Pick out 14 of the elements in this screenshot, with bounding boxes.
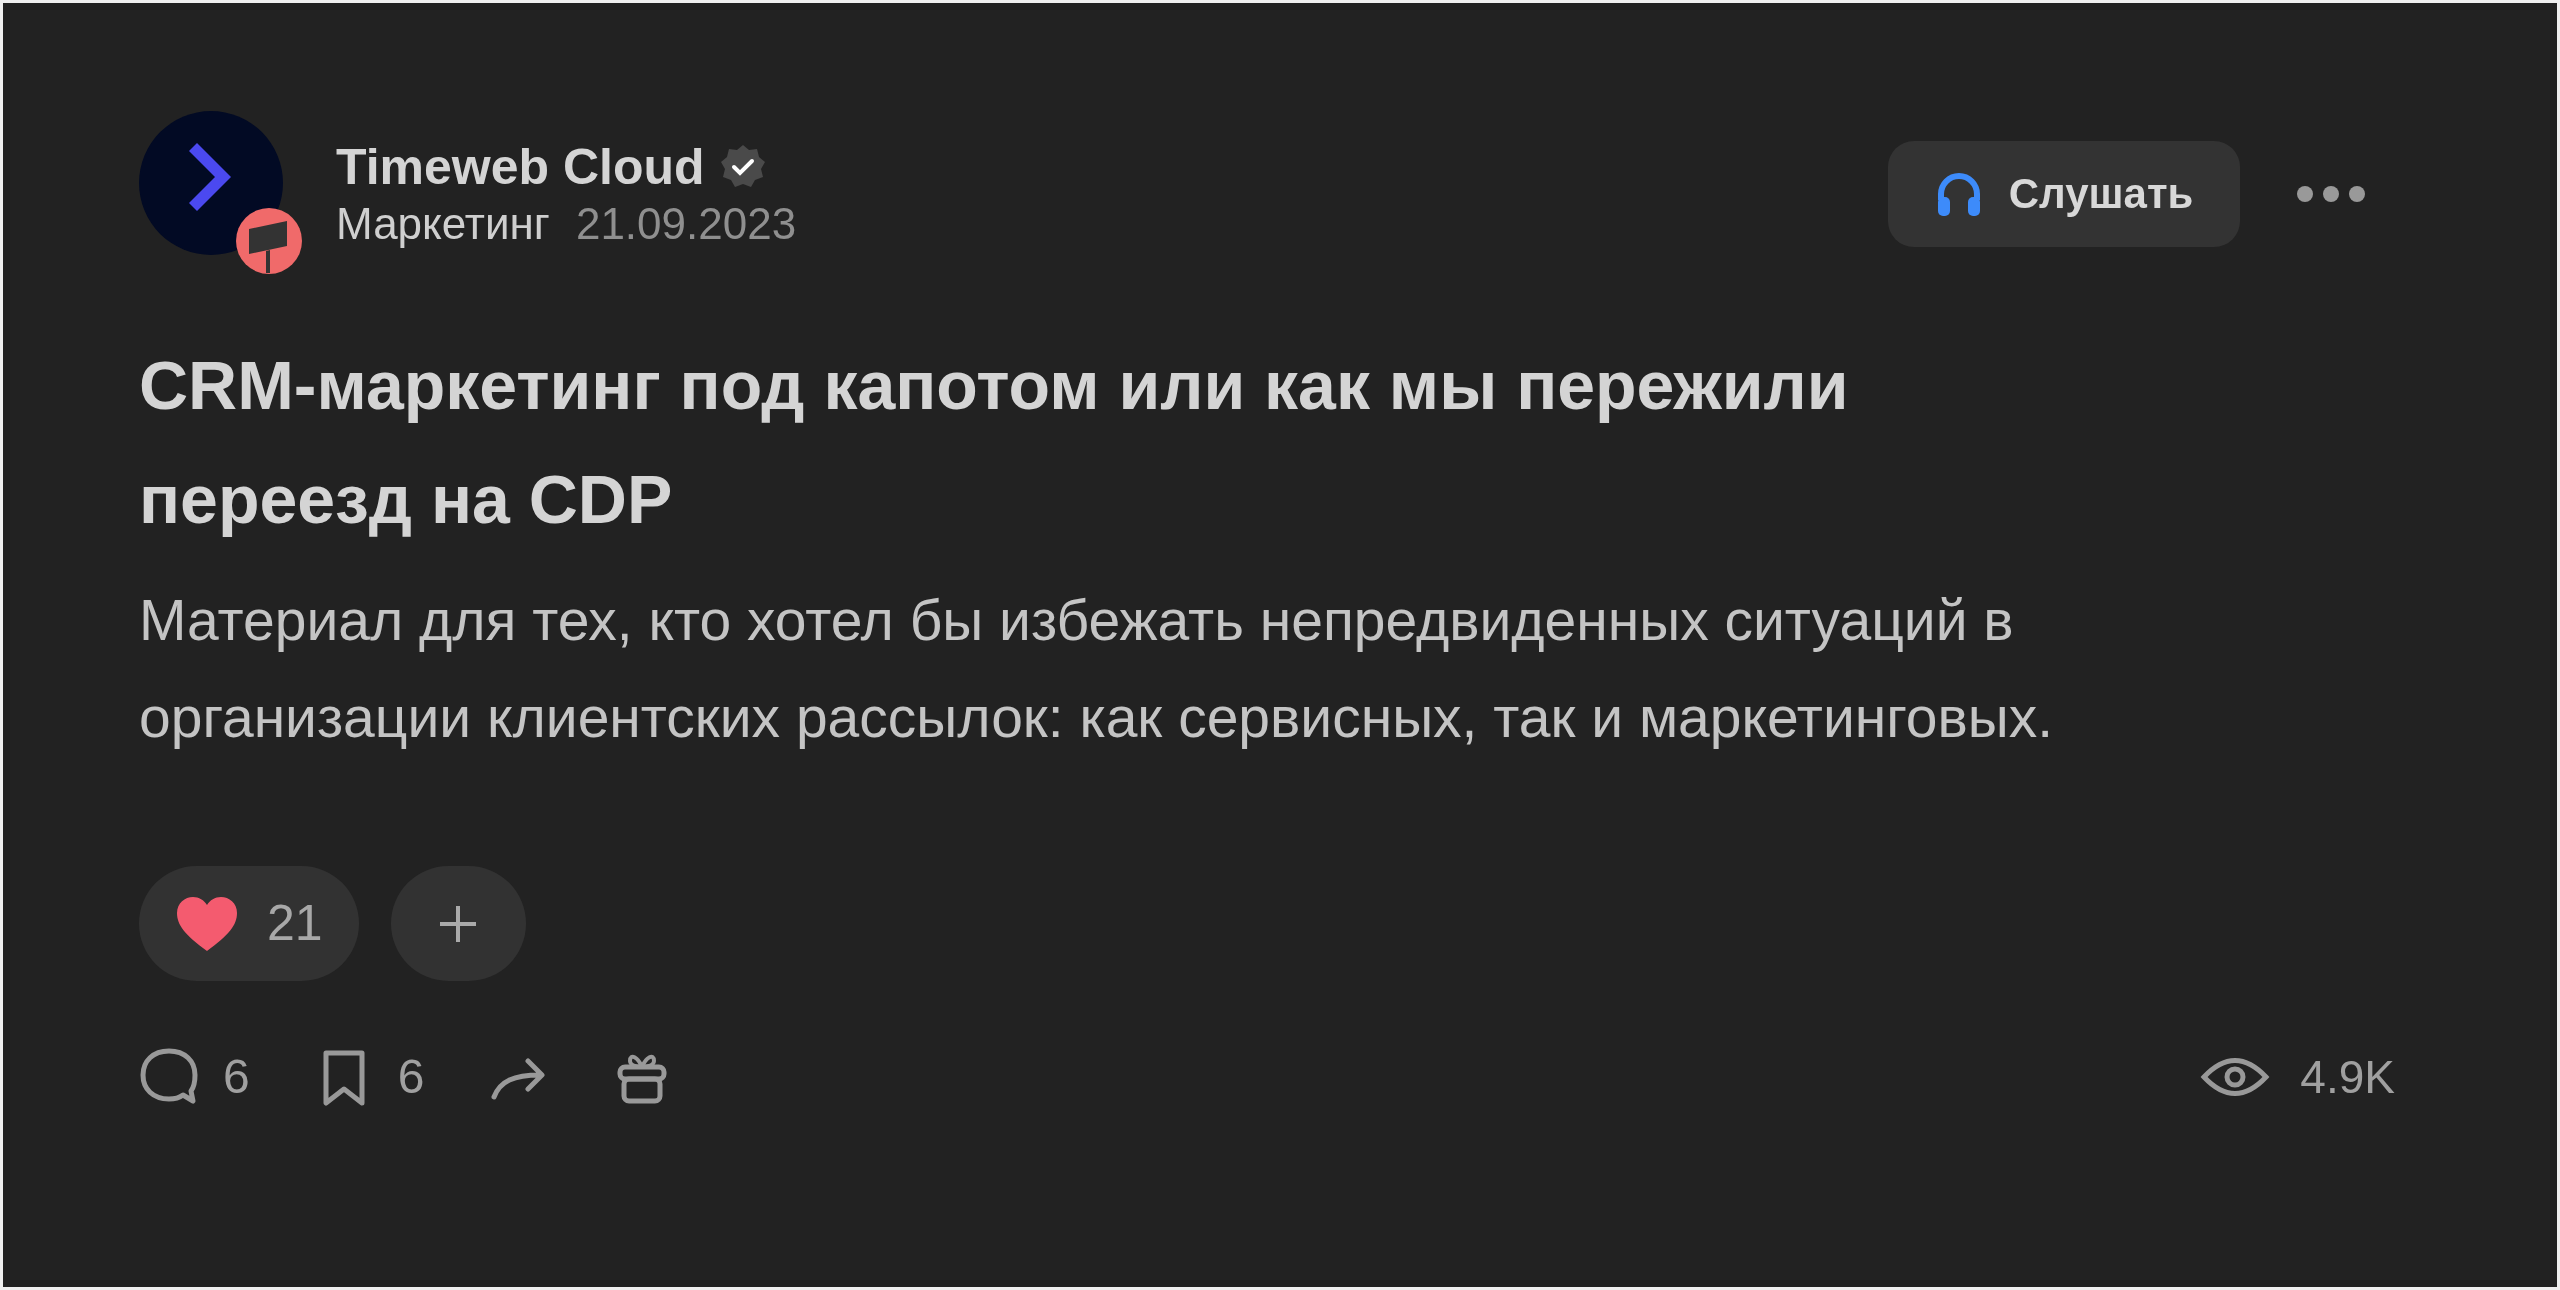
post-date: 21.09.2023 (575, 201, 797, 246)
comment-button[interactable]: 6 (139, 1041, 250, 1113)
listen-button[interactable]: Слушать (1888, 140, 2240, 247)
comment-icon (139, 1047, 199, 1107)
more-options-icon[interactable] (2295, 183, 2367, 204)
view-count: 4.9K (2300, 1049, 2395, 1105)
article-title[interactable]: CRM-маркетинг под капотом или как мы пережили переезд на CDP (139, 328, 2039, 556)
heart-icon (175, 894, 239, 953)
author-name[interactable]: Timeweb Cloud (336, 141, 705, 192)
bookmark-button[interactable]: 6 (313, 1041, 425, 1113)
avatar-icon (139, 111, 304, 276)
like-reaction-button[interactable]: 21 (139, 866, 359, 981)
article-lead: Материал для тех, кто хотел бы избежать непредвиденных ситуаций в организации клиентских рассылок: как сервисных, так и маркетинговых. (139, 587, 2055, 751)
category-link[interactable]: Маркетинг (336, 201, 550, 246)
